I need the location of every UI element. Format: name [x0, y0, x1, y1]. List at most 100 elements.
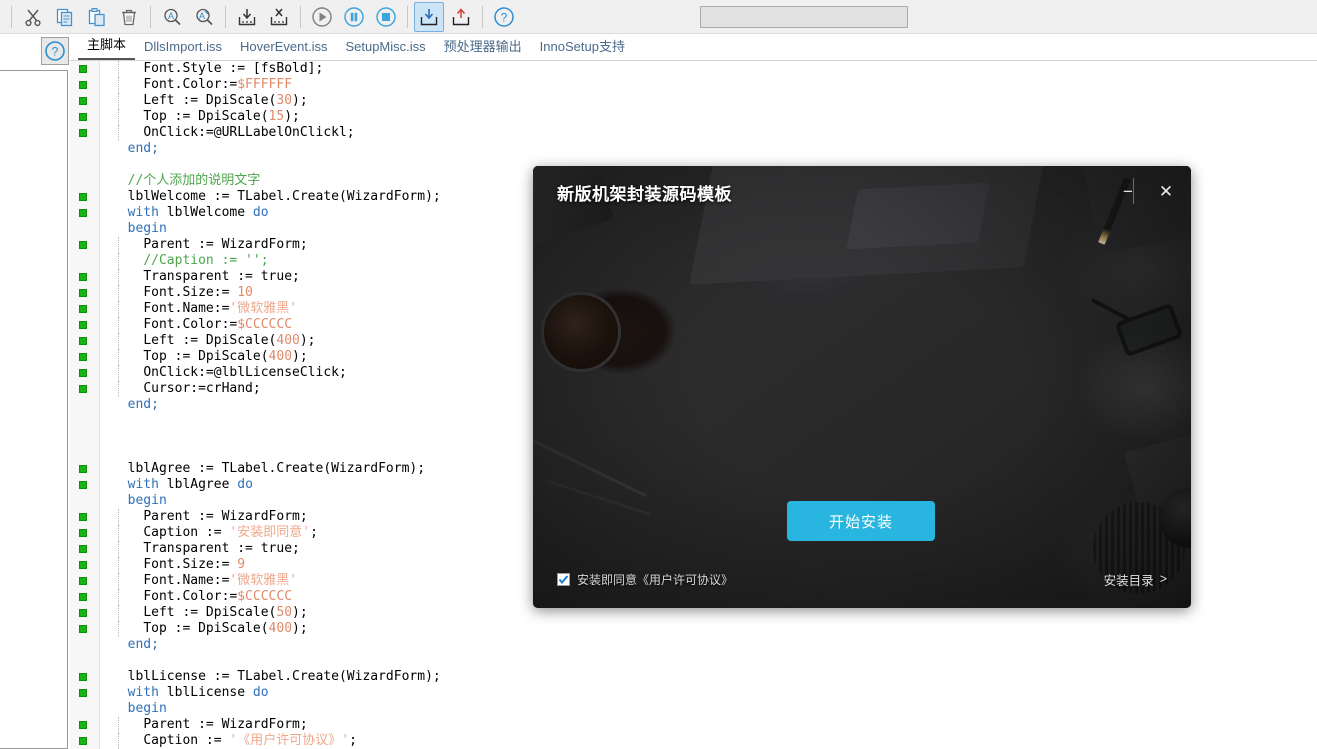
svg-text:A: A — [199, 11, 205, 21]
breakpoint-marker[interactable] — [79, 65, 87, 73]
remove-import-icon[interactable] — [264, 2, 294, 32]
find-icon[interactable]: A — [157, 2, 187, 32]
help-icon[interactable]: ? — [489, 2, 519, 32]
code-line: begin — [100, 701, 1317, 717]
breakpoint-marker[interactable] — [79, 689, 87, 697]
editor-gutter — [70, 61, 100, 749]
breakpoint-marker[interactable] — [79, 113, 87, 121]
indent-guide — [118, 61, 119, 77]
breakpoint-marker[interactable] — [79, 545, 87, 553]
indent-guide — [118, 237, 119, 253]
tab-5[interactable]: InnoSetup支持 — [531, 36, 634, 60]
tab-2[interactable]: HoverEvent.iss — [231, 36, 336, 60]
breakpoint-marker[interactable] — [79, 385, 87, 393]
indent-guide — [118, 109, 119, 125]
breakpoint-marker[interactable] — [79, 241, 87, 249]
stop-icon[interactable] — [371, 2, 401, 32]
code-token: end; — [127, 637, 159, 652]
breakpoint-marker[interactable] — [79, 673, 87, 681]
close-icon[interactable]: ✕ — [1155, 180, 1177, 202]
code-token: 30 — [276, 93, 293, 108]
breakpoint-marker[interactable] — [79, 625, 87, 633]
run-icon[interactable] — [307, 2, 337, 32]
code-token: lblAgree — [166, 477, 238, 492]
installer-titlebar[interactable]: 新版机架封装源码模板 − ✕ — [533, 166, 1191, 218]
breakpoint-marker[interactable] — [79, 513, 87, 521]
tab-1[interactable]: DllsImport.iss — [135, 36, 231, 60]
install-directory-link[interactable]: 安装目录 > — [1104, 570, 1167, 589]
breakpoint-marker[interactable] — [79, 305, 87, 313]
code-line: OnClick:=@URLLabelOnClickl; — [100, 125, 1317, 141]
code-token: '《用户许可协议》' — [229, 733, 350, 748]
breakpoint-marker[interactable] — [79, 353, 87, 361]
code-token: Font.Color:= — [143, 317, 238, 332]
tab-0[interactable]: 主脚本 — [78, 34, 136, 60]
breakpoint-marker[interactable] — [79, 321, 87, 329]
breakpoint-marker[interactable] — [79, 593, 87, 601]
breakpoint-marker[interactable] — [79, 737, 87, 745]
breakpoint-marker[interactable] — [79, 465, 87, 473]
install-directory-label: 安装目录 — [1103, 573, 1154, 588]
code-line: lblLicense := TLabel.Create(WizardForm); — [100, 669, 1317, 685]
import-icon[interactable] — [232, 2, 262, 32]
paste-icon[interactable] — [82, 2, 112, 32]
breakpoint-marker[interactable] — [79, 81, 87, 89]
upload-icon[interactable] — [446, 2, 476, 32]
indent-guide — [118, 605, 119, 621]
tab-3[interactable]: SetupMisc.iss — [336, 36, 434, 60]
installer-window[interactable]: 新版机架封装源码模板 − ✕ 开始安装 安装即同意《用户许可协议》 安装目录 > — [533, 166, 1191, 608]
delete-icon[interactable] — [114, 2, 144, 32]
code-token: Cursor:=crHand; — [143, 381, 261, 396]
breakpoint-marker[interactable] — [79, 209, 87, 217]
indent-guide — [118, 301, 119, 317]
breakpoint-marker[interactable] — [79, 337, 87, 345]
code-token: do — [252, 685, 269, 700]
code-token: $FFFFFF — [237, 77, 293, 92]
replace-icon[interactable]: A — [189, 2, 219, 32]
breakpoint-marker[interactable] — [79, 289, 87, 297]
indent-guide — [118, 541, 119, 557]
tab-4[interactable]: 预处理器输出 — [435, 36, 531, 60]
breakpoint-marker[interactable] — [79, 273, 87, 281]
code-line: Left := DpiScale(30); — [100, 93, 1317, 109]
code-token: Font.Color:= — [143, 77, 238, 92]
code-token: 15 — [268, 109, 285, 124]
breakpoint-marker[interactable] — [79, 193, 87, 201]
left-rail: ? — [0, 34, 70, 749]
breakpoint-marker[interactable] — [79, 129, 87, 137]
breakpoint-marker[interactable] — [79, 481, 87, 489]
breakpoint-marker[interactable] — [79, 529, 87, 537]
breakpoint-marker[interactable] — [79, 721, 87, 729]
code-token: ); — [292, 93, 308, 108]
breakpoint-marker[interactable] — [79, 369, 87, 377]
code-token: Transparent := true; — [143, 541, 300, 556]
breakpoint-marker[interactable] — [79, 561, 87, 569]
cut-icon[interactable] — [18, 2, 48, 32]
main-toolbar: A A ? — [0, 0, 1317, 34]
agree-checkbox-group[interactable]: 安装即同意《用户许可协议》 — [557, 571, 733, 588]
code-token: ); — [292, 621, 308, 636]
start-install-button[interactable]: 开始安装 — [787, 501, 935, 541]
search-input[interactable] — [700, 5, 908, 28]
breakpoint-marker[interactable] — [79, 577, 87, 585]
code-token: ; — [310, 525, 318, 540]
code-token: Left := DpiScale( — [143, 333, 277, 348]
agree-checkbox[interactable] — [557, 572, 570, 586]
indent-guide — [118, 381, 119, 397]
code-token: ; — [349, 733, 357, 748]
code-token: Left := DpiScale( — [143, 605, 277, 620]
download-icon[interactable] — [414, 1, 444, 32]
help-button[interactable]: ? — [41, 37, 69, 65]
breakpoint-marker[interactable] — [79, 609, 87, 617]
indent-guide — [118, 557, 119, 573]
pause-icon[interactable] — [339, 2, 369, 32]
minimize-icon[interactable]: − — [1117, 180, 1139, 202]
copy-icon[interactable] — [50, 2, 80, 32]
toolbar-separator — [407, 5, 408, 28]
code-token: 400 — [268, 621, 293, 636]
breakpoint-marker[interactable] — [79, 97, 87, 105]
chevron-right-icon: > — [1159, 572, 1167, 586]
code-token: lblWelcome — [166, 205, 253, 220]
code-token: [fsBold]; — [252, 61, 324, 76]
